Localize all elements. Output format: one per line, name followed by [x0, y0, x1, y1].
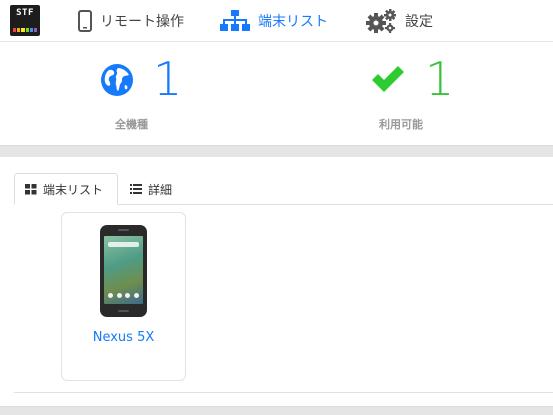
check-icon: [372, 66, 404, 92]
logo-bar: [13, 28, 17, 32]
device-stats-panel: 1 全機種 1 利用可能: [0, 43, 553, 145]
footer-divider: [0, 406, 553, 415]
stat-total-label: 全機種: [115, 118, 148, 131]
mobile-phone-icon: [78, 10, 92, 32]
nav-device-list[interactable]: 端末リスト: [220, 0, 328, 42]
device-list-section: 端末リスト 詳細 Nexus 5X: [0, 157, 553, 415]
device-image: [100, 225, 147, 317]
tab-details[interactable]: 詳細: [120, 173, 182, 205]
sitemap-icon: [220, 10, 250, 31]
stat-usable-label: 利用可能: [379, 118, 423, 131]
tab-details-label: 詳細: [148, 182, 173, 197]
tab-device-list[interactable]: 端末リスト: [14, 173, 118, 205]
logo-bar: [33, 28, 38, 32]
nav-remote-label: リモート操作: [100, 14, 184, 30]
globe-icon: [101, 64, 133, 96]
logo-bar: [25, 28, 29, 32]
phone-search-widget: [108, 242, 139, 247]
logo-bar: [21, 28, 25, 32]
nav-devices-label: 端末リスト: [258, 14, 328, 30]
stat-total-value: 1: [153, 52, 183, 106]
stf-logo[interactable]: STF: [10, 5, 40, 36]
device-name[interactable]: Nexus 5X: [62, 330, 185, 345]
grid-bottom-line: [14, 392, 553, 393]
app-dot: [108, 293, 113, 298]
phone-speaker-bottom: [118, 310, 129, 312]
phone-screen: [104, 236, 143, 304]
top-navbar: STF リモート操作 端末リスト 設定: [0, 0, 553, 42]
logo-color-bars: [13, 28, 38, 32]
app-dot: [125, 293, 131, 298]
phone-speaker: [118, 229, 129, 231]
grid-icon: [25, 183, 37, 194]
stat-usable-value: 1: [425, 52, 455, 106]
tab-device-list-label: 端末リスト: [43, 182, 104, 197]
stat-usable-devices: 1 利用可能: [365, 43, 505, 145]
logo-bar: [29, 28, 33, 32]
app-dot: [133, 293, 139, 298]
gears-icon: [366, 9, 396, 33]
nav-remote-control[interactable]: リモート操作: [78, 0, 184, 42]
device-card[interactable]: Nexus 5X: [61, 212, 186, 381]
logo-bar: [17, 28, 21, 32]
nav-settings-label: 設定: [405, 14, 433, 30]
logo-text: STF: [16, 8, 34, 18]
phone-app-dock: [108, 293, 139, 298]
list-icon: [130, 184, 142, 194]
app-dot: [116, 293, 122, 298]
stat-total-devices: 1 全機種: [95, 43, 235, 145]
section-divider: [0, 145, 553, 157]
nav-settings[interactable]: 設定: [365, 0, 433, 42]
